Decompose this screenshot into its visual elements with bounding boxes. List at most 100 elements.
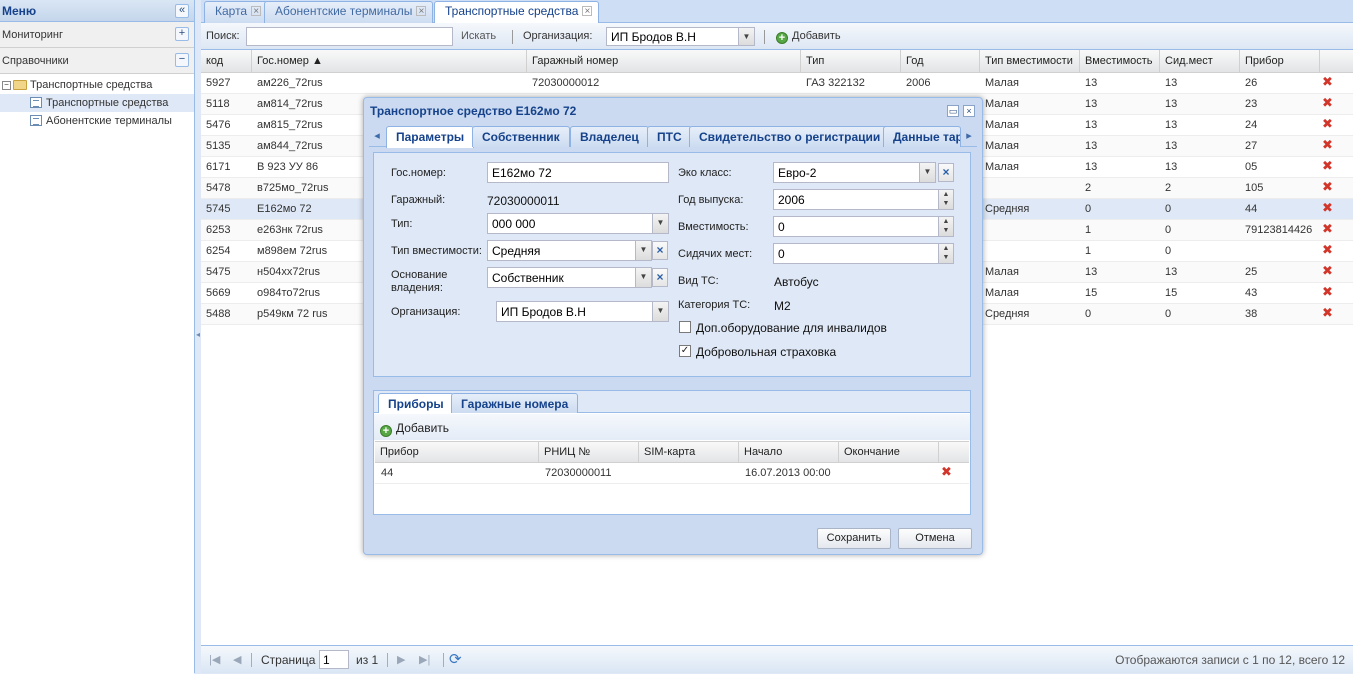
tab-parameters[interactable]: Параметры (386, 126, 475, 148)
cell-pr: 25 (1245, 266, 1258, 278)
delete-icon[interactable]: ✖ (1322, 243, 1333, 256)
capacity-type-combo[interactable]: Средняя ▼ (487, 240, 652, 261)
column-header[interactable]: Вместимость (1080, 50, 1160, 73)
gos-label: Гос.номер: (391, 167, 446, 179)
ownership-basis-combo[interactable]: Собственник ▼ (487, 267, 652, 288)
chevron-down-icon[interactable]: ▼ (652, 214, 668, 233)
search-input[interactable] (246, 27, 453, 46)
tab-owner[interactable]: Собственник (472, 126, 570, 147)
tab-tariff[interactable]: Данные тар (883, 126, 961, 147)
cancel-button[interactable]: Отмена (898, 528, 972, 549)
expand-icon[interactable]: + (175, 27, 189, 41)
delete-icon[interactable]: ✖ (941, 465, 952, 478)
next-page-icon[interactable]: ▶ (397, 653, 405, 666)
clear-icon[interactable]: × (652, 268, 668, 287)
column-header-sorted[interactable]: Гос.номер ▲ (252, 50, 527, 73)
save-button[interactable]: Сохранить (817, 528, 891, 549)
clear-icon[interactable]: × (938, 163, 954, 182)
close-icon[interactable]: × (251, 6, 262, 17)
prev-page-icon[interactable]: ◀ (233, 653, 241, 666)
spinner-icon[interactable]: ▲ ▼ (938, 243, 954, 264)
spinner-icon[interactable]: ▲ ▼ (938, 216, 954, 237)
chevron-down-icon[interactable]: ▼ (652, 302, 668, 321)
delete-icon[interactable]: ✖ (1322, 117, 1333, 130)
chevron-down-icon[interactable]: ▼ (635, 268, 651, 287)
delete-icon[interactable]: ✖ (1322, 159, 1333, 172)
chevron-down-icon[interactable]: ▼ (919, 163, 935, 182)
scroll-right-icon[interactable]: ▸ (963, 129, 975, 143)
scroll-left-icon[interactable]: ◂ (371, 129, 383, 143)
first-page-icon[interactable]: |◀ (209, 653, 220, 666)
tree-node-vehicles[interactable]: Транспортные средства (0, 94, 194, 112)
column-header[interactable]: Окончание (839, 442, 939, 463)
refresh-icon[interactable]: ⟳ (449, 650, 462, 668)
maximize-icon[interactable]: ▭ (947, 105, 959, 117)
chevron-down-icon[interactable]: ▼ (635, 241, 651, 260)
delete-icon[interactable]: ✖ (1322, 180, 1333, 193)
table-row[interactable]: 5927 ам226_72rus 72030000012 ГАЗ 322132 2006… (201, 73, 1353, 94)
organization-combo[interactable]: ИП Бродов В.Н ▼ (496, 301, 669, 322)
organization-value: ИП Бродов В.Н (501, 305, 586, 319)
delete-icon[interactable]: ✖ (1322, 201, 1333, 214)
tab-pts[interactable]: ПТС (647, 126, 692, 147)
menu-section-monitoring[interactable]: Мониторинг + (0, 22, 194, 48)
capacity-input[interactable]: 0 (773, 216, 939, 237)
delete-icon[interactable]: ✖ (1322, 96, 1333, 109)
last-page-icon[interactable]: ▶| (419, 653, 430, 666)
close-icon[interactable]: × (582, 6, 593, 17)
column-header[interactable]: Сид.мест (1160, 50, 1240, 73)
delete-icon[interactable]: ✖ (1322, 75, 1333, 88)
devices-row[interactable]: 44 72030000011 16.07.2013 00:00 ✖ (375, 463, 969, 484)
column-header[interactable]: Год (901, 50, 980, 73)
tab-registration[interactable]: Свидетельство о регистрации (689, 126, 891, 147)
year-input[interactable]: 2006 (773, 189, 939, 210)
close-icon[interactable]: × (416, 6, 427, 17)
type-combo[interactable]: 000 000 ▼ (487, 213, 669, 234)
tab-holder[interactable]: Владелец (570, 126, 649, 147)
column-header[interactable]: Гаражный номер (527, 50, 801, 73)
page-input[interactable] (319, 650, 349, 669)
spinner-icon[interactable]: ▲ ▼ (938, 189, 954, 210)
disabled-equipment-checkbox[interactable] (679, 321, 691, 333)
tree-expander-icon[interactable]: − (2, 81, 11, 90)
chevron-down-icon[interactable]: ▼ (738, 28, 754, 45)
tree-node-terminals[interactable]: Абонентские терминалы (0, 112, 194, 130)
collapse-icon[interactable]: « (175, 4, 189, 18)
window-header[interactable]: Транспортное средство Е162мо 72 ▭ × (364, 98, 982, 122)
tab-map[interactable]: Карта × (204, 1, 269, 23)
tab-devices[interactable]: Приборы (378, 393, 454, 413)
gos-input[interactable]: Е162мо 72 (487, 162, 669, 183)
tab-vehicles[interactable]: Транспортные средства × (434, 1, 600, 24)
tab-terminals[interactable]: Абонентские терминалы × (264, 1, 434, 23)
column-header[interactable]: Тип вместимости (980, 50, 1080, 73)
column-header[interactable]: SIM-карта (639, 442, 739, 463)
org-combo-value: ИП Бродов В.Н (611, 30, 696, 44)
cell-sid: 2 (1165, 182, 1172, 194)
search-button[interactable]: Искать (461, 30, 496, 42)
add-button[interactable]: + Добавить (776, 30, 841, 44)
delete-icon[interactable]: ✖ (1322, 306, 1333, 319)
column-header[interactable]: Начало (739, 442, 839, 463)
column-header[interactable]: РНИЦ № (539, 442, 639, 463)
column-header[interactable]: Прибор (1240, 50, 1320, 73)
eco-class-label: Эко класс: (678, 167, 732, 179)
close-icon[interactable]: × (963, 105, 975, 117)
collapse-section-icon[interactable]: − (175, 53, 189, 67)
tab-garage-numbers[interactable]: Гаражные номера (451, 393, 579, 413)
delete-icon[interactable]: ✖ (1322, 285, 1333, 298)
tree-node-vehicles-root[interactable]: − Транспортные средства (0, 76, 194, 94)
seats-input[interactable]: 0 (773, 243, 939, 264)
column-header[interactable]: Прибор (375, 442, 539, 463)
column-header[interactable]: код (201, 50, 252, 73)
menu-section-references[interactable]: Справочники − (0, 48, 194, 74)
splitter-arrow-icon[interactable]: ◂ (196, 330, 200, 339)
devices-add-button[interactable]: + Добавить (380, 421, 449, 437)
eco-class-combo[interactable]: Евро-2 ▼ (773, 162, 936, 183)
delete-icon[interactable]: ✖ (1322, 264, 1333, 277)
org-combo[interactable]: ИП Бродов В.Н ▼ (606, 27, 755, 46)
column-header[interactable]: Тип (801, 50, 901, 73)
insurance-checkbox[interactable]: ✓ (679, 345, 691, 357)
delete-icon[interactable]: ✖ (1322, 138, 1333, 151)
clear-icon[interactable]: × (652, 241, 668, 260)
delete-icon[interactable]: ✖ (1322, 222, 1333, 235)
